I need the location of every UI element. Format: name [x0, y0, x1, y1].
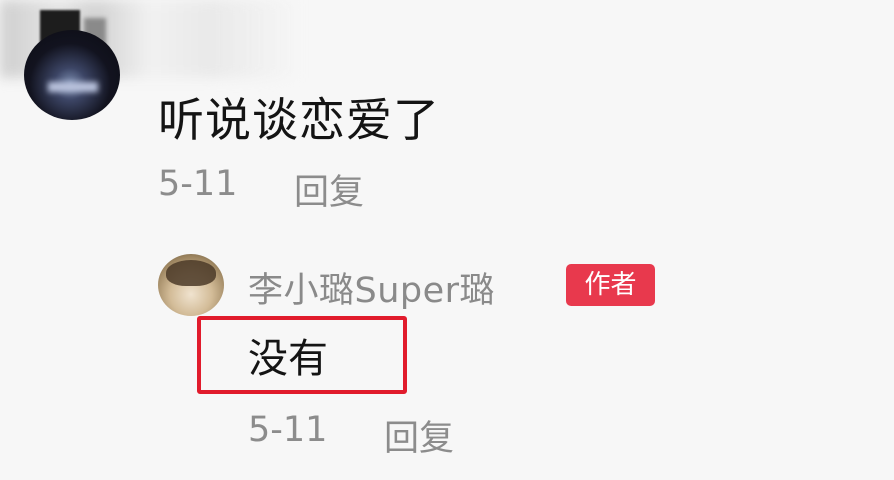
- reply-button[interactable]: 回复: [294, 164, 364, 215]
- comment-date: 5-11: [158, 164, 238, 204]
- author-avatar[interactable]: [158, 254, 224, 316]
- author-username[interactable]: 李小璐Super璐: [248, 262, 495, 313]
- author-badge: 作者: [566, 264, 655, 306]
- comment-text: 听说谈恋爱了: [158, 93, 440, 147]
- reply-button[interactable]: 回复: [384, 410, 454, 461]
- reply-text: 没有: [248, 336, 328, 382]
- reply-date: 5-11: [248, 410, 328, 450]
- avatar[interactable]: [24, 30, 120, 120]
